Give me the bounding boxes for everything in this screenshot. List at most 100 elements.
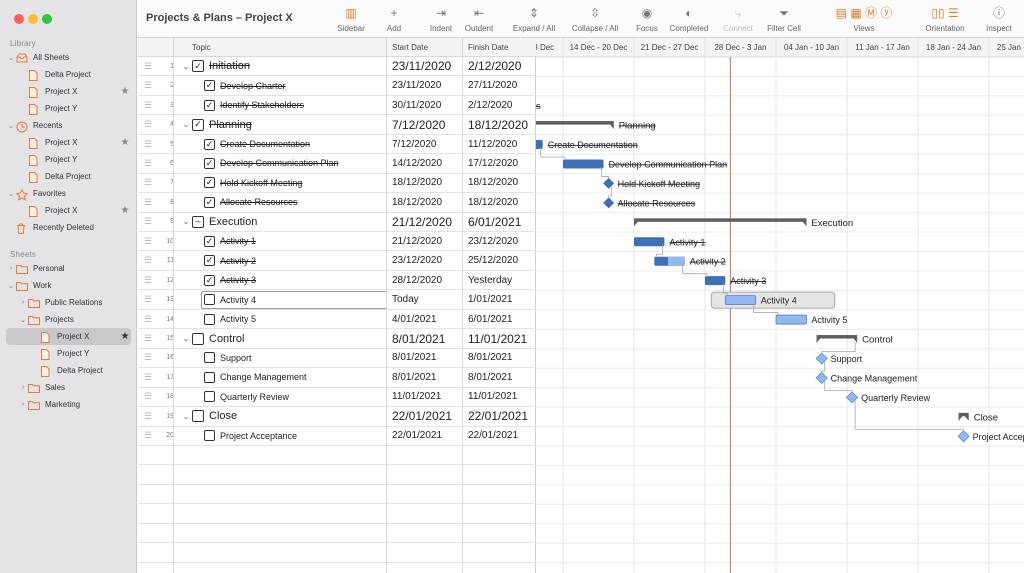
column-header-topic[interactable]: Topic [192, 43, 211, 52]
sidebar-item-project-x[interactable]: Project X ★ [6, 83, 131, 100]
table-row[interactable]: ☰ 8 ✓ Allocate Resources 18/12/2020 18/1… [138, 193, 536, 213]
checkbox-checked[interactable]: ✓ [204, 138, 215, 150]
drag-handle-icon[interactable]: ☰ [138, 349, 158, 367]
column-header-start-date[interactable]: Start Date [392, 43, 428, 52]
sidebar-item-project-y[interactable]: Project Y [6, 151, 131, 168]
empty-row[interactable] [138, 504, 536, 524]
finish-date-cell[interactable]: 18/12/2020 [462, 174, 536, 192]
checkbox-partial[interactable]: – [192, 215, 204, 228]
finish-date-cell[interactable]: 18/12/2020 [462, 115, 536, 133]
orientation-button[interactable]: ▯▯ ☰ Orientation [915, 5, 975, 35]
sidebar-item-delta-project[interactable]: Delta Project [6, 66, 131, 83]
inspect-button[interactable]: ⓘ Inspect [969, 5, 1024, 35]
topic-cell[interactable]: ⌄ Close [174, 407, 386, 425]
chevron-down-icon[interactable]: ⌄ [6, 122, 16, 130]
summary-bar[interactable] [536, 121, 614, 125]
chevron-down-icon[interactable]: ⌄ [6, 54, 16, 62]
finish-date-cell[interactable]: 23/12/2020 [462, 232, 536, 250]
gantt-chart[interactable]: 7 Dec - 13 Dec 14 Dec - 20 Dec 21 Dec - 27… [536, 38, 1024, 573]
drag-handle-icon[interactable]: ☰ [138, 174, 158, 192]
drag-handle-icon[interactable]: ☰ [138, 232, 158, 250]
drag-handle-icon[interactable]: ☰ [138, 407, 158, 425]
start-date-cell[interactable]: 18/12/2020 [388, 174, 462, 192]
chevron-down-icon[interactable]: ⌄ [180, 120, 192, 129]
milestone-diamond[interactable] [603, 177, 615, 189]
start-date-cell[interactable]: 23/12/2020 [388, 252, 462, 270]
topic-cell[interactable]: Project Acceptance [174, 427, 386, 445]
empty-row[interactable] [138, 465, 536, 485]
start-date-cell[interactable]: 22/01/2021 [388, 407, 462, 425]
star-icon[interactable]: ★ [119, 205, 131, 216]
checkbox-unchecked[interactable] [192, 410, 204, 423]
chevron-down-icon[interactable]: ⌄ [6, 282, 16, 290]
summary-bar[interactable] [634, 218, 807, 222]
table-row[interactable]: ☰ 4 ⌄ ✓ Planning 7/12/2020 18/12/2020 [138, 115, 536, 135]
table-row[interactable]: ☰ 19 ⌄ Close 22/01/2021 22/01/2021 [138, 407, 536, 427]
finish-date-cell[interactable]: 6/01/2021 [462, 310, 536, 328]
sidebar-item-recents[interactable]: ⌄ Recents [6, 117, 131, 134]
summary-bar[interactable] [816, 335, 858, 339]
empty-row[interactable] [138, 563, 536, 573]
task-bar[interactable] [536, 140, 543, 150]
checkbox-checked[interactable]: ✓ [204, 99, 215, 111]
finish-date-cell[interactable]: 17/12/2020 [462, 154, 536, 172]
topic-cell[interactable]: ✓ Activity 3 [174, 271, 386, 289]
chevron-right-icon[interactable]: › [18, 299, 28, 306]
table-row[interactable]: ☰ 2 ✓ Develop Charter 23/11/2020 27/11/2… [138, 76, 536, 96]
start-date-cell[interactable]: 30/11/2020 [388, 96, 462, 114]
checkbox-checked[interactable]: ✓ [192, 60, 204, 73]
chevron-right-icon[interactable]: › [6, 265, 16, 272]
table-row[interactable]: ☰ 7 ✓ Hold Kickoff Meeting 18/12/2020 18… [138, 174, 536, 194]
task-bar[interactable] [775, 314, 807, 325]
checkbox-unchecked[interactable] [192, 332, 204, 345]
star-icon[interactable]: ★ [119, 86, 131, 97]
drag-handle-icon[interactable]: ☰ [138, 388, 158, 406]
drag-handle-icon[interactable]: ☰ [138, 96, 158, 114]
chevron-down-icon[interactable]: ⌄ [180, 412, 192, 421]
checkbox-checked[interactable]: ✓ [204, 274, 215, 286]
chevron-right-icon[interactable]: › [18, 384, 28, 391]
drag-handle-icon[interactable]: ☰ [138, 329, 158, 347]
zoom-window-button[interactable] [42, 14, 52, 24]
sidebar-item-sales[interactable]: › Sales [6, 379, 131, 396]
gantt-canvas[interactable]: 7 Dec - 13 Dec 14 Dec - 20 Dec 21 Dec - 27… [536, 38, 1024, 573]
chevron-down-icon[interactable]: ⌄ [180, 62, 192, 71]
table-row[interactable]: ☰ 15 ⌄ Control 8/01/2021 11/01/2021 [138, 329, 536, 349]
empty-row[interactable] [138, 524, 536, 544]
task-bar[interactable] [634, 237, 665, 247]
empty-row[interactable] [138, 485, 536, 505]
checkbox-unchecked[interactable] [204, 352, 215, 364]
outdent-button[interactable]: ⇤ Outdent [449, 5, 509, 35]
table-row[interactable]: ☰ 17 Change Management 8/01/2021 8/01/20… [138, 368, 536, 388]
close-window-button[interactable] [14, 14, 24, 24]
table-row[interactable]: ☰ 12 ✓ Activity 3 28/12/2020 Yesterday [138, 271, 536, 291]
topic-cell[interactable]: ✓ Activity 2 [174, 252, 386, 270]
table-row[interactable]: ☰ 13 Activity 4 Today 1/01/2021 [138, 290, 536, 310]
finish-date-cell[interactable]: 2/12/2020 [462, 96, 536, 114]
topic-cell[interactable]: ⌄ – Execution [174, 213, 386, 231]
milestone-diamond[interactable] [603, 197, 615, 209]
finish-date-cell[interactable]: 11/12/2020 [462, 135, 536, 153]
sidebar-item-favorites[interactable]: ⌄ Favorites [6, 185, 131, 202]
start-date-cell[interactable]: 18/12/2020 [388, 193, 462, 211]
start-date-cell[interactable]: 28/12/2020 [388, 271, 462, 289]
task-bar[interactable] [563, 159, 604, 169]
finish-date-cell[interactable]: 2/12/2020 [462, 57, 536, 75]
sidebar-item-work[interactable]: ⌄ Work [6, 277, 131, 294]
table-row[interactable]: ☰ 20 Project Acceptance 22/01/2021 22/01… [138, 427, 536, 446]
start-date-cell[interactable]: 11/01/2021 [388, 388, 462, 406]
task-bar[interactable] [724, 295, 757, 306]
finish-date-cell[interactable]: 11/01/2021 [462, 388, 536, 406]
checkbox-checked[interactable]: ✓ [204, 255, 215, 267]
drag-handle-icon[interactable]: ☰ [138, 154, 158, 172]
drag-handle-icon[interactable]: ☰ [138, 427, 158, 445]
drag-handle-icon[interactable]: ☰ [138, 213, 158, 231]
sidebar-item-project-x[interactable]: Project X ★ [6, 328, 131, 345]
drag-handle-icon[interactable]: ☰ [138, 57, 158, 75]
finish-date-cell[interactable]: 6/01/2021 [462, 213, 536, 231]
checkbox-unchecked[interactable] [204, 430, 215, 442]
topic-cell[interactable]: ⌄ Control [174, 329, 386, 347]
start-date-cell[interactable]: 4/01/2021 [388, 310, 462, 328]
start-date-cell[interactable]: 21/12/2020 [388, 213, 462, 231]
start-date-cell[interactable]: 7/12/2020 [388, 115, 462, 133]
